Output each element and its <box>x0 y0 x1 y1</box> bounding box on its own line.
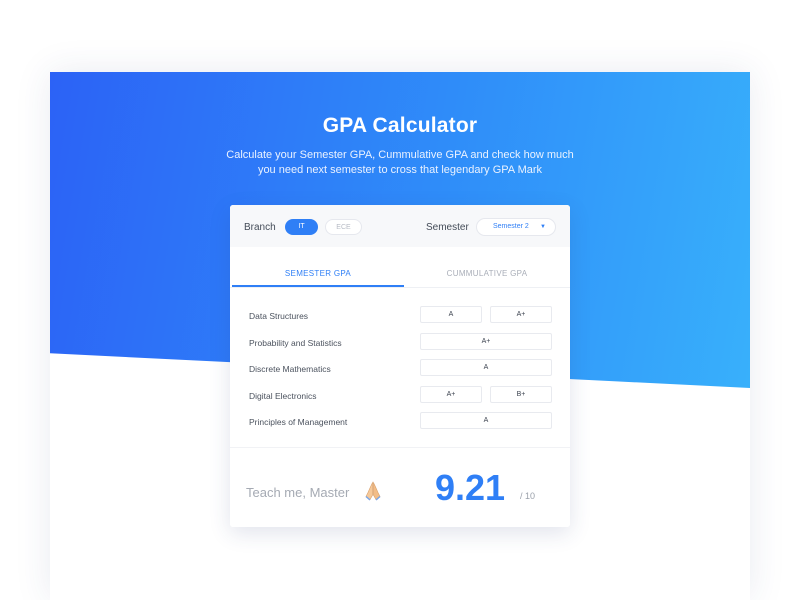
grade-input[interactable]: A <box>420 359 552 376</box>
teach-me-text: Teach me, Master <box>246 485 350 500</box>
grade-input[interactable]: A+ <box>420 386 482 403</box>
grade-input[interactable]: A+ <box>490 306 552 323</box>
branch-option-ece[interactable]: ECE <box>325 219 362 235</box>
subtitle-line-1: Calculate your Semester GPA, Cummulative… <box>226 149 574 161</box>
gpa-value: 9.21 <box>435 467 506 508</box>
gpa-calculator-card: Branch IT ECE Semester Semester 2 ▼ SEME… <box>230 205 570 527</box>
course-name: Discrete Mathematics <box>249 364 331 374</box>
subtitle-line-2: you need next semester to cross that leg… <box>257 164 543 176</box>
result-divider <box>230 447 570 448</box>
course-name: Data Structures <box>249 311 309 321</box>
gpa-max: / 10 <box>520 491 536 501</box>
branch-label: Branch <box>244 222 276 233</box>
page-title: GPA Calculator <box>322 114 478 137</box>
course-name: Principles of Management <box>249 417 348 427</box>
branch-option-it[interactable]: IT <box>285 219 318 235</box>
tab-divider <box>230 287 570 288</box>
grade-input[interactable]: A+ <box>420 333 552 350</box>
chevron-down-icon: ▼ <box>540 224 546 230</box>
tab-cummulative-gpa[interactable]: CUMMULATIVE GPA <box>404 269 570 278</box>
folded-hands-icon <box>365 481 381 501</box>
semester-select[interactable]: Semester 2 ▼ <box>476 218 556 236</box>
course-name: Digital Electronics <box>249 391 317 401</box>
page-subtitle: Calculate your Semester GPA, Cummulative… <box>220 148 580 178</box>
tab-semester-gpa[interactable]: SEMESTER GPA <box>232 269 404 278</box>
grade-input[interactable]: A <box>420 306 482 323</box>
card-header: Branch IT ECE Semester Semester 2 ▼ <box>230 205 570 247</box>
grade-input[interactable]: B+ <box>490 386 552 403</box>
page-frame: GPA Calculator Calculate your Semester G… <box>50 72 750 600</box>
semester-label: Semester <box>426 222 469 233</box>
grade-input[interactable]: A <box>420 412 552 429</box>
semester-select-value: Semester 2 <box>493 223 529 230</box>
course-name: Probability and Statistics <box>249 338 342 348</box>
